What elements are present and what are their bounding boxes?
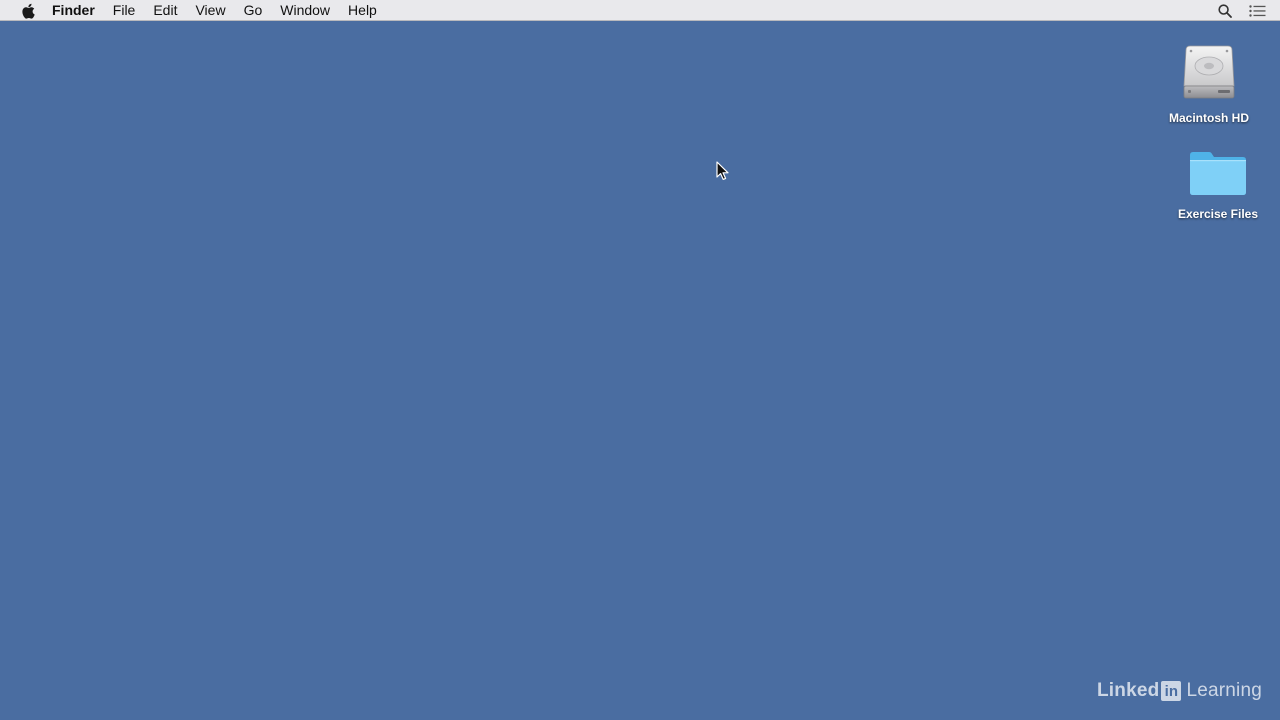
menu-bar-left: Finder File Edit View Go Window Help <box>0 0 386 21</box>
menu-file[interactable]: File <box>104 0 145 21</box>
apple-logo-icon[interactable] <box>21 3 35 19</box>
menu-view[interactable]: View <box>186 0 234 21</box>
menu-bar: Finder File Edit View Go Window Help <box>0 0 1280 21</box>
mouse-pointer-icon <box>716 161 730 186</box>
menu-bar-right <box>1217 0 1280 21</box>
linkedin-in-logo: in <box>1161 681 1182 701</box>
menu-go[interactable]: Go <box>235 0 272 21</box>
folder-icon <box>1189 150 1247 201</box>
desktop-icon-label: Macintosh HD <box>1168 111 1249 125</box>
hard-drive-icon <box>1182 44 1236 105</box>
watermark-linked-text: Linked <box>1097 680 1160 701</box>
menu-window[interactable]: Window <box>271 0 339 21</box>
desktop-icon-macintosh-hd[interactable]: Macintosh HD <box>1154 44 1264 125</box>
desktop-icon-exercise-files[interactable]: Exercise Files <box>1163 150 1273 221</box>
menu-app-name[interactable]: Finder <box>52 0 104 21</box>
watermark-learning-text: Learning <box>1186 680 1262 701</box>
menu-edit[interactable]: Edit <box>144 0 186 21</box>
notification-center-icon[interactable] <box>1248 0 1266 21</box>
desktop-icon-label: Exercise Files <box>1177 207 1259 221</box>
linkedin-learning-watermark: Linked in Learning <box>1097 680 1262 702</box>
spotlight-search-icon[interactable] <box>1217 0 1233 21</box>
menu-help[interactable]: Help <box>339 0 386 21</box>
